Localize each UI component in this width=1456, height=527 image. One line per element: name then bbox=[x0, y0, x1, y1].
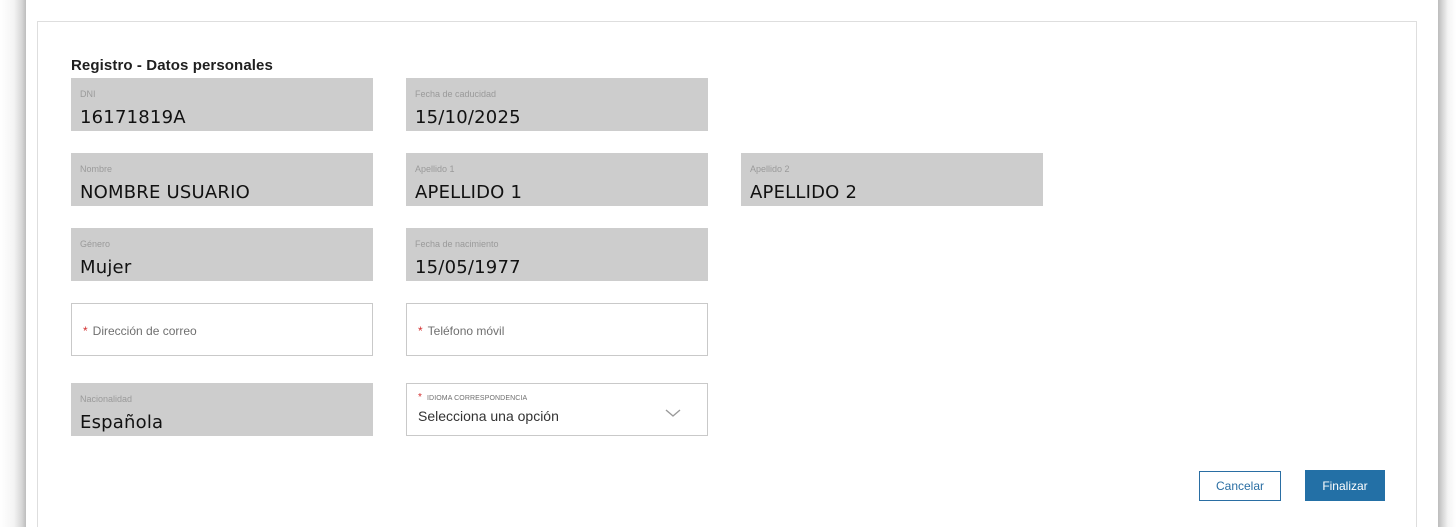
apellido2-field: Apellido 2 APELLIDO 2 bbox=[741, 153, 1043, 206]
genero-label: Género bbox=[80, 239, 111, 249]
finish-button[interactable]: Finalizar bbox=[1305, 470, 1385, 501]
nombre-label: Nombre bbox=[80, 164, 113, 174]
nacionalidad-value: Española bbox=[80, 412, 164, 433]
required-mark: * bbox=[418, 324, 423, 338]
form-title: Registro - Datos personales bbox=[71, 57, 273, 74]
idioma-label-text: IDIOMA CORRESPONDENCIA bbox=[427, 395, 528, 402]
nombre-value: NOMBRE USUARIO bbox=[80, 182, 250, 203]
phone-field[interactable]: * Teléfono móvil bbox=[406, 303, 708, 356]
fecha-nacimiento-value: 15/05/1977 bbox=[415, 257, 521, 278]
apellido2-value: APELLIDO 2 bbox=[750, 182, 858, 203]
fecha-nacimiento-field: Fecha de nacimiento 15/05/1977 bbox=[406, 228, 708, 281]
nacionalidad-field: Nacionalidad Española bbox=[71, 383, 373, 436]
fecha-nacimiento-label: Fecha de nacimiento bbox=[415, 239, 499, 249]
phone-placeholder: * Teléfono móvil bbox=[418, 324, 504, 338]
chevron-down-icon[interactable] bbox=[665, 408, 681, 418]
required-mark: * bbox=[418, 392, 422, 403]
email-field[interactable]: * Dirección de correo bbox=[71, 303, 373, 356]
idioma-selected-value: Selecciona una opción bbox=[418, 408, 559, 424]
apellido1-label: Apellido 1 bbox=[415, 164, 455, 174]
nombre-field: Nombre NOMBRE USUARIO bbox=[71, 153, 373, 206]
dni-label: DNI bbox=[80, 89, 96, 99]
fecha-caducidad-field: Fecha de caducidad 15/10/2025 bbox=[406, 78, 708, 131]
cancel-button[interactable]: Cancelar bbox=[1199, 471, 1281, 501]
genero-value: Mujer bbox=[80, 257, 132, 278]
idioma-label: * IDIOMA CORRESPONDENCIA bbox=[418, 392, 527, 403]
apellido2-label: Apellido 2 bbox=[750, 164, 790, 174]
email-placeholder: * Dirección de correo bbox=[83, 324, 197, 338]
dni-value: 16171819A bbox=[80, 107, 186, 128]
idioma-select[interactable]: * IDIOMA CORRESPONDENCIA Selecciona una o… bbox=[406, 383, 708, 436]
dni-field: DNI 16171819A bbox=[71, 78, 373, 131]
email-placeholder-text: Dirección de correo bbox=[92, 324, 197, 338]
fecha-caducidad-label: Fecha de caducidad bbox=[415, 89, 497, 99]
nacionalidad-label: Nacionalidad bbox=[80, 394, 133, 404]
phone-placeholder-text: Teléfono móvil bbox=[427, 324, 505, 338]
genero-field: Género Mujer bbox=[71, 228, 373, 281]
fecha-caducidad-value: 15/10/2025 bbox=[415, 107, 521, 128]
apellido1-value: APELLIDO 1 bbox=[415, 182, 523, 203]
window-right-shadow bbox=[1438, 0, 1456, 527]
apellido1-field: Apellido 1 APELLIDO 1 bbox=[406, 153, 708, 206]
required-mark: * bbox=[83, 324, 88, 338]
window-left-shadow bbox=[0, 0, 26, 527]
